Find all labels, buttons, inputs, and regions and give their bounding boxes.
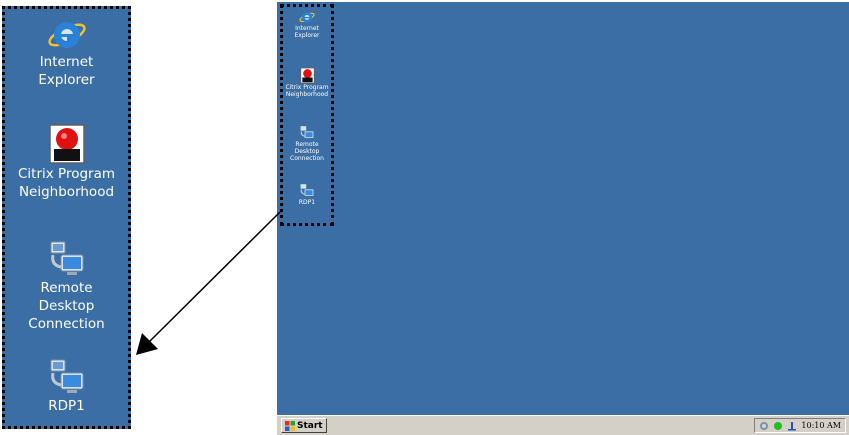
desktop-icon-label: Desktop xyxy=(38,298,95,314)
desktop-icon-label: RDP1 xyxy=(298,199,316,206)
desktop-icon-remote-desktop-connection[interactable]: Remote Desktop Connection xyxy=(283,125,331,162)
rdp1-icon xyxy=(300,184,314,196)
desktop-icon-label: Internet xyxy=(39,54,94,70)
zoomed-desktop-icons-panel: Internet Explorer Citrix Program Neighbo… xyxy=(2,6,131,429)
desktop-icon-internet-explorer[interactable]: Internet Explorer xyxy=(283,9,331,39)
desktop-icon-citrix-program-neighborhood[interactable]: Citrix Program Neighborhood xyxy=(5,123,128,201)
internet-explorer-icon xyxy=(47,22,86,48)
network-status-icon[interactable] xyxy=(773,421,783,431)
desktop-screenshot: Internet Explorer Citrix Program Neighbo… xyxy=(277,2,849,435)
desktop-icon-label: Desktop xyxy=(294,148,320,155)
desktop-icon-label: Connection xyxy=(28,316,105,332)
desktop-icon-label: Citrix Program xyxy=(17,166,115,182)
desktop-icon-label: RDP1 xyxy=(48,398,85,414)
windows-logo-icon xyxy=(285,420,295,431)
icon-selection-outline: Internet Explorer Citrix Program Neighbo… xyxy=(280,4,334,226)
desktop-icon-label: Connection xyxy=(290,155,324,162)
internet-explorer-icon xyxy=(299,12,315,23)
desktop-icon-label: Citrix Program xyxy=(285,84,329,91)
start-button[interactable]: Start xyxy=(281,418,327,433)
remote-desktop-connection-icon xyxy=(300,126,314,138)
remote-desktop-connection-icon xyxy=(50,241,83,275)
citrix-program-neighborhood-icon xyxy=(48,124,85,164)
desktop-icon-label: Explorer xyxy=(294,32,320,39)
desktop-icon-label: Remote xyxy=(295,141,319,148)
citrix-program-neighborhood-icon xyxy=(299,67,315,84)
desktop-icon-label: Neighborhood xyxy=(285,91,329,98)
desktop-icon-label: Explorer xyxy=(38,72,95,88)
start-label: Start xyxy=(297,420,323,431)
citrix-tray-icon[interactable] xyxy=(759,421,769,431)
desktop-icon-internet-explorer[interactable]: Internet Explorer xyxy=(5,15,128,89)
desktop-icon-remote-desktop-connection[interactable]: Remote Desktop Connection xyxy=(5,239,128,333)
taskbar: Start 10:10 AM xyxy=(277,415,849,435)
desktop-icon-rdp1[interactable]: RDP1 xyxy=(5,357,128,415)
desktop-icon-label: Neighborhood xyxy=(18,184,115,200)
clock[interactable]: 10:10 AM xyxy=(801,421,841,430)
desktop-icon-rdp1[interactable]: RDP1 xyxy=(283,183,331,206)
volume-icon[interactable] xyxy=(787,421,797,431)
desktop-icon-label: Internet xyxy=(295,25,319,32)
desktop-icon-label: Remote xyxy=(40,280,93,296)
rdp1-icon xyxy=(50,359,83,393)
system-tray: 10:10 AM xyxy=(754,418,846,433)
desktop-icon-citrix-program-neighborhood[interactable]: Citrix Program Neighborhood xyxy=(283,67,331,98)
